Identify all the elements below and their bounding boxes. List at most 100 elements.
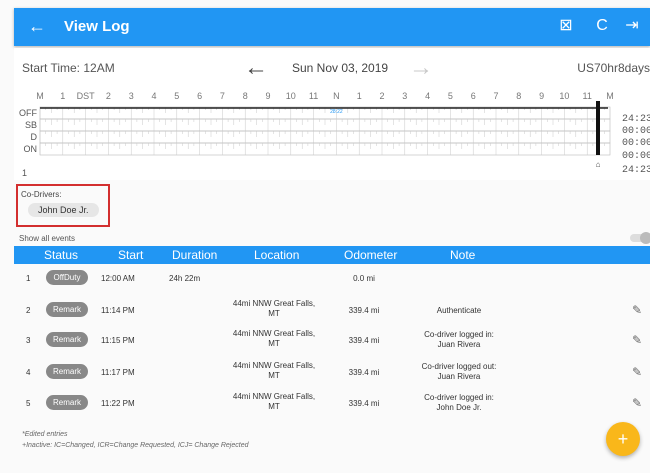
hour-label: 10 (559, 91, 569, 101)
row-location: 44mi NNW Great Falls, MT (219, 361, 329, 381)
status-label: D (31, 132, 38, 142)
hour-label: 2 (379, 91, 384, 101)
export-icon[interactable]: ⊠ (556, 16, 576, 36)
row-location: 44mi NNW Great Falls, MT (219, 329, 329, 349)
show-all-events-toggle[interactable] (630, 232, 650, 244)
refresh-icon[interactable]: C (592, 16, 612, 36)
hour-label: 8 (516, 91, 521, 101)
table-row[interactable]: 4 Remark 11:17 PM 44mi NNW Great Falls, MT 33… (14, 358, 650, 386)
header-odometer: Odometer (344, 248, 398, 262)
hour-label: 6 (197, 91, 202, 101)
row-note-line2: John Doe Jr. (436, 403, 482, 412)
ruleset-label: US70hr8days (577, 61, 650, 75)
co-drivers-box: Co-Drivers: John Doe Jr. (16, 184, 110, 227)
row-start-time: 11:17 PM (101, 368, 135, 377)
inactive-legend-note: +Inactive: IC=Changed, ICR=Change Reques… (22, 442, 249, 449)
co-drivers-label: Co-Drivers: (21, 190, 62, 199)
status-label: OFF (19, 108, 37, 118)
hour-label: 5 (174, 91, 179, 101)
header-start: Start (118, 248, 144, 262)
row-location-line1: 44mi NNW Great Falls, (232, 361, 316, 370)
hour-label: 8 (243, 91, 248, 101)
table-row[interactable]: 1 OffDuty 12:00 AM 24h 22m 0.0 mi (14, 264, 650, 292)
show-all-events-label: Show all events (19, 234, 76, 243)
row-odometer: 339.4 mi (348, 368, 380, 377)
edit-pencil-icon[interactable]: ✎ (632, 303, 642, 317)
table-row[interactable]: 5 Remark 11:22 PM 44mi NNW Great Falls, MT 33… (14, 389, 650, 417)
row-location (219, 267, 329, 277)
co-driver-chip[interactable]: John Doe Jr. (28, 203, 99, 217)
row-number: 3 (26, 336, 31, 345)
header-duration: Duration (172, 248, 218, 262)
hour-label: 7 (220, 91, 225, 101)
row-location-line2: MT (268, 402, 280, 411)
row-location-line1: 44mi NNW Great Falls, (232, 329, 316, 338)
row-note-line1: Co-driver logged in: (424, 330, 494, 339)
status-badge: Remark (46, 395, 88, 410)
app-frame: ← View Log ⊠ C ⇥ Start Time: 12AM ← Sun … (0, 0, 650, 473)
header-location: Location (254, 248, 300, 262)
row-odometer: 339.4 mi (348, 399, 380, 408)
edit-pencil-icon[interactable]: ✎ (632, 396, 642, 410)
next-day-arrow-icon[interactable]: → (409, 54, 433, 82)
pin-icon: ⌂ (596, 160, 601, 169)
logout-icon[interactable]: ⇥ (622, 16, 642, 36)
row-start-time: 12:00 AM (101, 274, 135, 283)
hour-label: M (36, 91, 44, 101)
hour-label: 10 (286, 91, 296, 101)
hour-label: M (606, 91, 614, 101)
edit-pencil-icon[interactable]: ✎ (632, 333, 642, 347)
row-note: Authenticate (409, 306, 509, 316)
top-app-bar: ← View Log ⊠ C ⇥ (14, 8, 650, 46)
hour-label: DST (77, 91, 96, 101)
row-number: 2 (26, 306, 31, 315)
hour-label: 2 (106, 91, 111, 101)
previous-day-arrow-icon[interactable]: ← (244, 54, 268, 82)
add-event-button[interactable]: + (606, 422, 640, 456)
hour-label: 6 (471, 91, 476, 101)
row-odometer: 0.0 mi (353, 274, 375, 283)
row-number: 1 (26, 274, 31, 283)
hour-label: 7 (493, 91, 498, 101)
header-status: Status (44, 248, 79, 262)
row-note: Co-driver logged in: Juan Rivera (409, 330, 509, 350)
row-note-line2: Juan Rivera (437, 372, 481, 381)
hour-label: 11 (583, 91, 592, 101)
hour-label: 3 (129, 91, 134, 101)
status-badge: Remark (46, 332, 88, 347)
row-location-line1: 44mi NNW Great Falls, (232, 392, 316, 401)
log-date: Sun Nov 03, 2019 (292, 61, 389, 75)
hour-label: 5 (448, 91, 453, 101)
row-note-line2: Juan Rivera (437, 340, 481, 349)
row-start-time: 11:14 PM (101, 306, 135, 315)
row-note-line1: Co-driver logged in: (424, 393, 494, 402)
edited-entries-note: *Edited entries (22, 431, 68, 438)
start-time-label: Start Time: 12AM (22, 61, 115, 75)
status-total: 24:23 (622, 114, 650, 125)
table-row[interactable]: 2 Remark 11:14 PM 44mi NNW Great Falls, MT 33… (14, 296, 650, 324)
row-location: 44mi NNW Great Falls, MT (219, 299, 329, 319)
page-title: View Log (64, 18, 130, 35)
status-badge: OffDuty (46, 270, 88, 285)
status-label: ON (24, 144, 38, 154)
log-graph-svg: M 1 DST 2 3 4 5 6 7 8 9 10 11 N 1 2 3 4 5 6 7 8 9 10 11 M OFF SB D ON… (19, 91, 650, 178)
row-number: 4 (26, 368, 31, 377)
row-location-line2: MT (268, 309, 280, 318)
row-note: Co-driver logged out: Juan Rivera (409, 362, 509, 382)
current-time-bar (596, 101, 600, 155)
hour-label: N (333, 91, 340, 101)
row-note-line1: Co-driver logged out: (421, 362, 497, 371)
hour-label: 11 (309, 91, 318, 101)
hour-label: 4 (425, 91, 430, 101)
row-location: 44mi NNW Great Falls, MT (219, 392, 329, 412)
hour-label: 1 (60, 91, 65, 101)
row-note: Co-driver logged in: John Doe Jr. (409, 393, 509, 413)
back-arrow-icon[interactable]: ← (28, 16, 46, 36)
status-total: 00:00 (622, 151, 650, 162)
table-row[interactable]: 3 Remark 11:15 PM 44mi NNW Great Falls, MT 33… (14, 326, 650, 354)
date-navigation: Start Time: 12AM ← Sun Nov 03, 2019 → US… (14, 48, 650, 88)
edit-pencil-icon[interactable]: ✎ (632, 365, 642, 379)
graph-bottom-label: 1 (22, 168, 27, 178)
graph-marker-text: 28:22 (330, 109, 343, 115)
row-odometer: 339.4 mi (348, 306, 380, 315)
